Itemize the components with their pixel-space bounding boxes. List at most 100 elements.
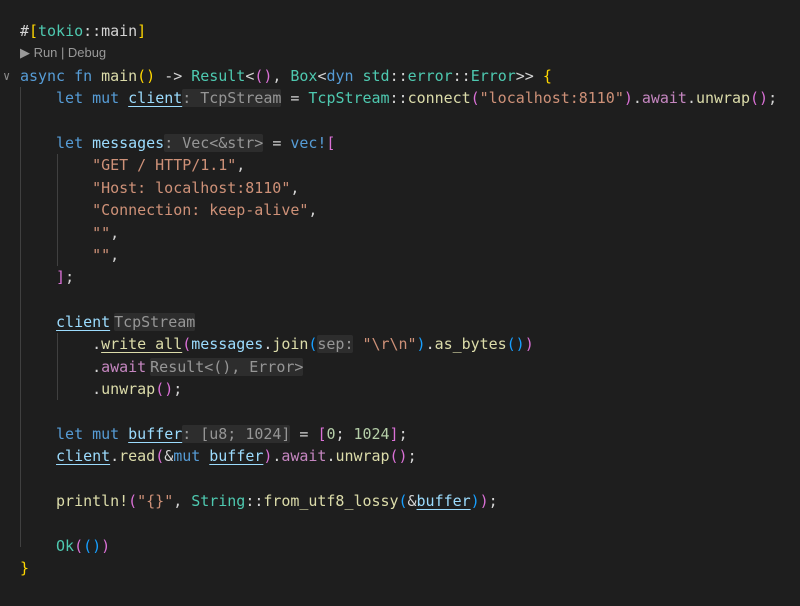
code-token: mut bbox=[92, 89, 120, 108]
codelens-debug[interactable]: Debug bbox=[68, 45, 106, 60]
code-token: ) bbox=[416, 335, 426, 354]
code-token: Result bbox=[191, 66, 246, 85]
code-token: Ok bbox=[56, 536, 75, 555]
code-line[interactable]: .unwrap(); bbox=[0, 378, 800, 400]
code-token: "GET / HTTP/1.1" bbox=[92, 156, 237, 175]
code-token: () bbox=[254, 66, 273, 85]
codelens-run[interactable]: Run bbox=[34, 45, 58, 60]
indent-guide bbox=[57, 154, 58, 266]
code-token: & bbox=[164, 447, 174, 466]
inlay-hint: : [u8; 1024] bbox=[182, 425, 291, 444]
code-line[interactable]: let mut buffer: [u8; 1024] = [0; 1024]; bbox=[0, 423, 800, 445]
code-token: vec! bbox=[290, 133, 327, 152]
code-token: = bbox=[263, 133, 291, 152]
code-token: "localhost:8110" bbox=[479, 89, 624, 108]
code-token: () bbox=[137, 66, 156, 85]
code-token: ) bbox=[623, 89, 633, 108]
indent-guide bbox=[57, 333, 58, 400]
code-line[interactable]: "Host: localhost:8110", bbox=[0, 177, 800, 199]
code-token: main bbox=[101, 22, 138, 40]
code-token: unwrap bbox=[335, 447, 390, 466]
code-line[interactable] bbox=[0, 513, 800, 535]
code-line[interactable]: ]; bbox=[0, 266, 800, 288]
code-line[interactable]: "", bbox=[0, 222, 800, 244]
code-line[interactable]: .write_all(messages.join(sep: "\r\n").as… bbox=[0, 333, 800, 355]
play-icon: ▶ bbox=[20, 45, 34, 61]
code-token: . bbox=[92, 335, 102, 354]
code-token: , bbox=[272, 66, 291, 85]
code-token: . bbox=[263, 335, 273, 354]
code-token: () bbox=[506, 335, 525, 354]
code-line[interactable]: println!("{}", String::from_utf8_lossy(&… bbox=[0, 490, 800, 512]
code-token: ; bbox=[407, 447, 417, 466]
code-token: let bbox=[56, 133, 84, 152]
code-token: buffer bbox=[128, 425, 183, 444]
code-line[interactable]: Ok(()) bbox=[0, 535, 800, 557]
inlay-hint: : Vec<&str> bbox=[164, 133, 264, 152]
code-line[interactable]: #[tokio::main] bbox=[0, 20, 800, 42]
code-token: . bbox=[425, 335, 435, 354]
code-token: ) bbox=[479, 492, 489, 511]
code-token: ; bbox=[768, 89, 778, 108]
code-line[interactable]: let mut client: TcpStream = TcpStream::c… bbox=[0, 87, 800, 109]
code-line[interactable]: let messages: Vec<&str> = vec![ bbox=[0, 132, 800, 154]
code-token: # bbox=[20, 22, 30, 40]
code-token: [ bbox=[29, 22, 39, 40]
code-line[interactable]: "", bbox=[0, 244, 800, 266]
code-token: write_all bbox=[101, 335, 183, 354]
code-line[interactable] bbox=[0, 401, 800, 423]
code-token: . bbox=[92, 380, 102, 399]
code-token: "" bbox=[92, 223, 111, 242]
code-token: String bbox=[191, 492, 246, 511]
code-token: ( bbox=[128, 492, 138, 511]
code-editor[interactable]: #[tokio::main] ▶ Run | Debug ∨ async fn mai… bbox=[0, 20, 800, 580]
code-token: "\r\n" bbox=[362, 335, 417, 354]
code-token: tokio bbox=[38, 22, 84, 40]
code-token: . bbox=[632, 89, 642, 108]
code-token: read bbox=[119, 447, 156, 466]
code-token: ( bbox=[155, 447, 165, 466]
code-token: std bbox=[362, 66, 390, 85]
code-token: ) bbox=[470, 492, 480, 511]
code-token: error bbox=[407, 66, 453, 85]
code-token: < bbox=[245, 66, 255, 85]
code-token: :: bbox=[452, 66, 471, 85]
fold-chevron-icon[interactable]: ∨ bbox=[3, 65, 10, 87]
code-line[interactable]: client.read(&mut buffer).await.unwrap(); bbox=[0, 445, 800, 467]
code-token: println! bbox=[56, 492, 129, 511]
code-token: } bbox=[20, 559, 30, 578]
codelens[interactable]: ▶ Run | Debug bbox=[0, 42, 800, 64]
code-line[interactable]: "Connection: keep-alive", bbox=[0, 199, 800, 221]
code-token: "" bbox=[92, 245, 111, 264]
code-line[interactable] bbox=[0, 468, 800, 490]
code-token: , bbox=[236, 156, 246, 175]
code-token: = bbox=[281, 89, 309, 108]
code-token: [ bbox=[326, 133, 336, 152]
code-token: ; bbox=[335, 425, 354, 444]
code-token: connect bbox=[407, 89, 471, 108]
code-line[interactable]: "GET / HTTP/1.1", bbox=[0, 154, 800, 176]
code-line[interactable]: ∨ async fn main() -> Result<(), Box<dyn s… bbox=[0, 65, 800, 87]
code-token: ) bbox=[524, 335, 534, 354]
code-token: () bbox=[389, 447, 408, 466]
code-line[interactable] bbox=[0, 110, 800, 132]
code-line[interactable]: .await Result<(), Error> bbox=[0, 356, 800, 378]
code-line[interactable]: client TcpStream bbox=[0, 311, 800, 333]
code-token: ) bbox=[101, 536, 111, 555]
code-token: ] bbox=[389, 425, 399, 444]
code-line[interactable] bbox=[0, 289, 800, 311]
code-token: main bbox=[101, 66, 138, 85]
code-token: >> bbox=[515, 66, 543, 85]
code-line[interactable]: } bbox=[0, 557, 800, 579]
code-token: unwrap bbox=[695, 89, 751, 108]
code-token: buffer bbox=[416, 492, 471, 511]
